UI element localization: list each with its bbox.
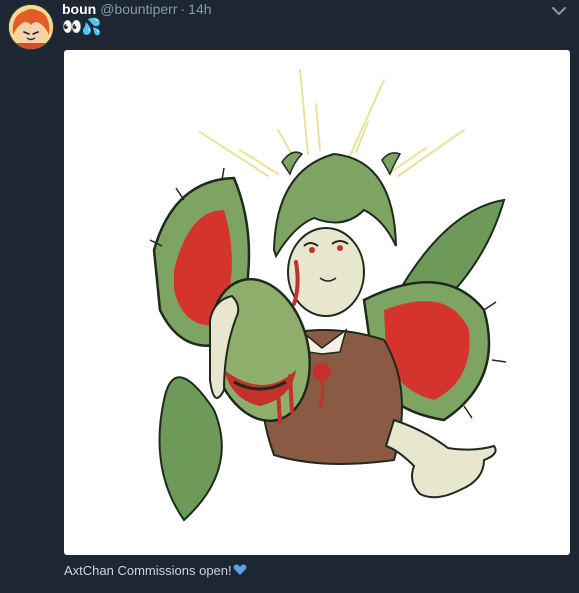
avatar[interactable] (8, 4, 54, 50)
artwork-illustration (149, 69, 507, 522)
tweet[interactable]: boun @bountiperr · 14h 👀💦 AxtChan Commis… (0, 0, 579, 593)
display-name[interactable]: boun (62, 1, 96, 17)
caption-text: AxtChan Commissions open! (64, 563, 232, 578)
tweet-image[interactable] (64, 50, 570, 555)
blue-heart-icon (233, 564, 247, 575)
tweet-header: boun @bountiperr · 14h (62, 1, 212, 17)
tweet-text: 👀💦 (62, 19, 102, 36)
separator-dot: · (180, 1, 186, 17)
timestamp[interactable]: 14h (188, 1, 211, 17)
image-caption: AxtChan Commissions open! (64, 563, 247, 579)
chevron-down-icon[interactable] (551, 6, 567, 16)
user-handle[interactable]: @bountiperr (100, 1, 177, 17)
avatar-illustration (9, 5, 53, 49)
